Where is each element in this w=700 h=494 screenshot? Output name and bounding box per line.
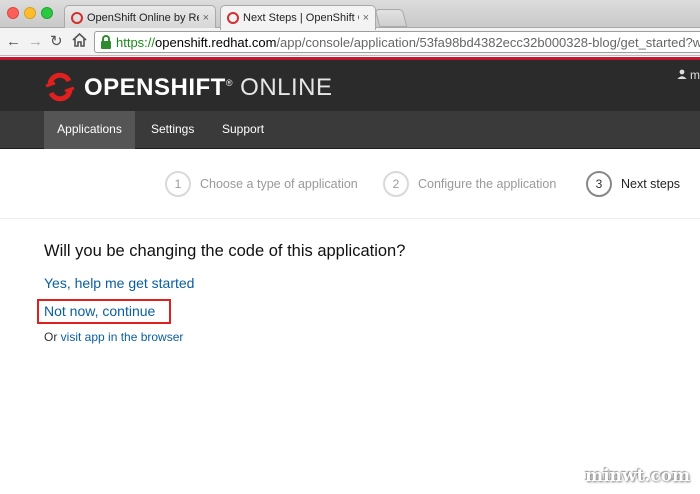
nav-support[interactable]: Support — [206, 111, 280, 149]
openshift-favicon-icon — [71, 11, 83, 24]
browser-tab-bar: OpenShift Online by Red H × Next Steps |… — [0, 0, 700, 30]
back-arrow-icon[interactable]: ← — [6, 33, 21, 51]
wizard-steps: 1 Choose a type of application 2 Configu… — [0, 149, 700, 219]
step-2: 2 Configure the application — [383, 171, 556, 197]
user-menu[interactable]: m — [677, 68, 700, 82]
openshift-logo-icon[interactable] — [44, 71, 76, 103]
visit-app-link[interactable]: visit app in the browser — [61, 330, 184, 344]
address-bar[interactable]: https://openshift.redhat.com/app/console… — [94, 31, 700, 53]
step-2-number: 2 — [383, 171, 409, 197]
brand-online: ONLINE — [232, 74, 333, 101]
step-3-number: 3 — [586, 171, 612, 197]
step-3: 3 Next steps — [586, 171, 680, 197]
nav-settings[interactable]: Settings — [135, 111, 210, 149]
browser-tab-next-steps[interactable]: Next Steps | OpenShift Onl × — [220, 5, 376, 30]
step-2-label: Configure the application — [418, 177, 557, 191]
step-1-label: Choose a type of application — [200, 177, 358, 191]
step-3-label: Next steps — [621, 177, 681, 191]
site-brand[interactable]: OPENSHIFT® ONLINE — [84, 74, 333, 102]
new-tab-button[interactable] — [374, 9, 408, 27]
window-minimize-button[interactable] — [24, 7, 36, 19]
or-prefix: Or — [44, 330, 61, 344]
main-nav: Applications Settings Support — [0, 111, 700, 149]
brand-openshift: OPENSHIFT — [84, 74, 226, 101]
home-icon[interactable] — [72, 32, 87, 52]
openshift-favicon-icon — [227, 12, 239, 24]
not-now-continue-link[interactable]: Not now, continue — [44, 303, 155, 319]
url-path: /app/console/application/53fa98bd4382ecc… — [276, 34, 700, 50]
window-zoom-button[interactable] — [41, 7, 53, 19]
reload-icon[interactable]: ↻ — [50, 33, 63, 51]
browser-tab-openshift-online[interactable]: OpenShift Online by Red H × — [64, 5, 216, 29]
forward-arrow-icon[interactable]: → — [28, 33, 43, 51]
url-scheme: https:// — [116, 34, 156, 50]
lock-icon — [101, 34, 111, 49]
window-close-button[interactable] — [7, 7, 19, 19]
page-question: Will you be changing the code of this ap… — [44, 242, 406, 260]
user-name: m — [690, 68, 700, 82]
brand-trademark: ® — [225, 78, 233, 88]
url-host: openshift.redhat.com — [155, 34, 277, 50]
watermark: minwt.com — [585, 466, 690, 486]
tab-close-icon[interactable]: × — [363, 12, 369, 24]
browser-toolbar: ← → ↻ https://openshift.redhat.com/app/c… — [0, 28, 700, 56]
visit-app-line: Or visit app in the browser — [44, 330, 183, 344]
step-1: 1 Choose a type of application — [165, 171, 358, 197]
step-1-number: 1 — [165, 171, 191, 197]
user-icon — [677, 68, 687, 82]
site-header: OPENSHIFT® ONLINE m — [0, 57, 700, 111]
tab-close-icon[interactable]: × — [203, 12, 209, 24]
yes-get-started-link[interactable]: Yes, help me get started — [44, 275, 194, 291]
nav-applications[interactable]: Applications — [44, 111, 135, 149]
